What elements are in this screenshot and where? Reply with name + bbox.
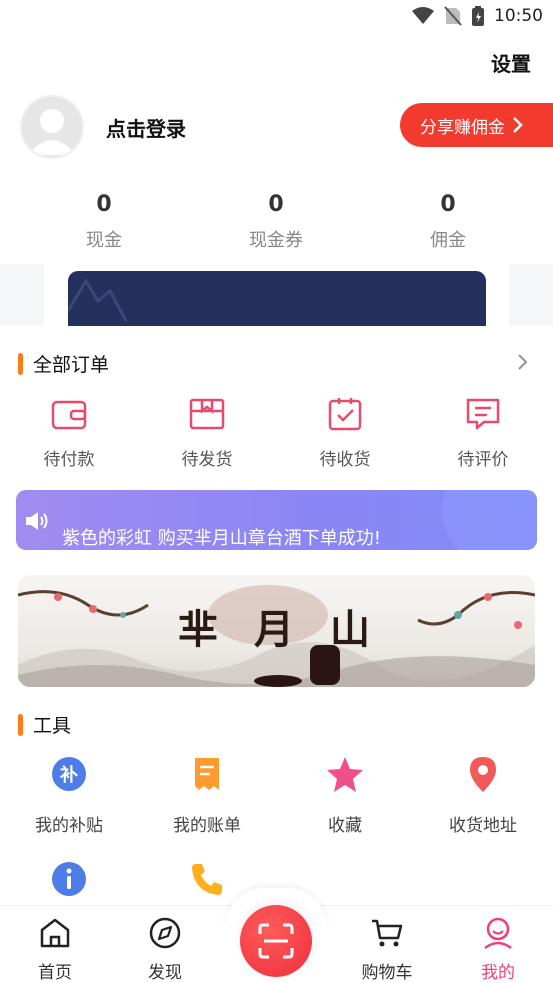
status-bar: 10:50 xyxy=(0,0,553,32)
comment-icon xyxy=(466,398,500,430)
order-pending-review[interactable]: 待评价 xyxy=(414,395,552,470)
tools-row: 补 我的补贴 我的账单 收藏 收货地址 xyxy=(0,755,553,836)
nav-profile[interactable]: 我的 xyxy=(458,916,538,983)
tools-title: 工具 xyxy=(33,715,72,737)
tools-section-title: 工具 xyxy=(18,711,71,738)
tool-label: 我的补贴 xyxy=(35,816,103,836)
order-label: 待付款 xyxy=(43,450,95,470)
nav-label: 发现 xyxy=(148,963,182,983)
tool-label: 收货地址 xyxy=(449,816,517,836)
package-icon xyxy=(189,398,225,430)
stat-value: 0 xyxy=(268,192,284,217)
nav-cart[interactable]: 购物车 xyxy=(347,916,427,983)
nav-label: 首页 xyxy=(38,963,72,983)
order-pending-payment[interactable]: 待付款 xyxy=(0,395,138,470)
no-sim-icon xyxy=(444,6,462,26)
stat-value: 0 xyxy=(440,192,456,217)
info-icon xyxy=(52,862,86,896)
order-status-row: 待付款 待发货 待收货 待评价 xyxy=(0,395,553,470)
title-accent-bar xyxy=(18,713,23,736)
phone-icon xyxy=(192,864,222,895)
default-avatar-icon xyxy=(28,109,76,155)
wallet-icon xyxy=(51,400,87,430)
status-time: 10:50 xyxy=(494,6,543,26)
profile-icon xyxy=(484,917,512,950)
order-pending-shipment[interactable]: 待发货 xyxy=(138,395,276,470)
orders-title: 全部订单 xyxy=(33,354,110,376)
wifi-icon xyxy=(412,7,434,24)
vip-card[interactable] xyxy=(68,271,486,326)
wallet-stats: 0 现金 0 现金券 0 佣金 xyxy=(0,190,553,260)
compass-icon xyxy=(149,917,181,949)
receive-icon xyxy=(328,398,362,431)
stat-cash-voucher[interactable]: 0 现金券 xyxy=(190,190,362,260)
notice-text: 紫色的彩虹 购买芈月山章台酒下单成功! xyxy=(62,528,381,549)
order-label: 待收货 xyxy=(319,450,371,470)
tool-favorites[interactable]: 收藏 xyxy=(276,755,414,836)
subsidy-icon: 补 xyxy=(52,757,86,791)
nav-discover[interactable]: 发现 xyxy=(125,916,205,983)
tool-my-subsidy[interactable]: 补 我的补贴 xyxy=(0,755,138,836)
chevron-right-icon[interactable] xyxy=(517,352,529,372)
stat-commission[interactable]: 0 佣金 xyxy=(362,190,534,260)
stat-label: 现金 xyxy=(86,230,122,251)
order-label: 待评价 xyxy=(457,450,509,470)
bill-icon xyxy=(195,758,219,790)
stat-cash[interactable]: 0 现金 xyxy=(18,190,190,260)
tool-label: 我的账单 xyxy=(173,816,241,836)
share-earn-button[interactable]: 分享赚佣金 xyxy=(400,103,553,147)
cart-icon xyxy=(372,919,403,947)
order-notice-banner[interactable]: 紫色的彩虹 购买芈月山章台酒下单成功! xyxy=(16,490,537,550)
tool-info[interactable] xyxy=(0,860,138,902)
tool-label: 收藏 xyxy=(328,816,362,836)
home-icon xyxy=(40,918,70,948)
nav-home[interactable]: 首页 xyxy=(15,916,95,983)
stat-label: 现金券 xyxy=(249,230,303,251)
decor-circle-icon xyxy=(442,490,537,550)
share-earn-label: 分享赚佣金 xyxy=(420,117,505,138)
banner-title: 芈月山 xyxy=(178,606,406,653)
scan-button[interactable] xyxy=(240,905,312,977)
tool-my-bill[interactable]: 我的账单 xyxy=(138,755,276,836)
svg-text:补: 补 xyxy=(59,764,78,786)
star-icon xyxy=(327,757,363,792)
nav-label: 我的 xyxy=(481,963,515,983)
location-icon xyxy=(470,757,496,792)
order-label: 待发货 xyxy=(181,450,233,470)
mountain-decoration-icon xyxy=(68,278,128,322)
promo-banner[interactable]: 芈月山 xyxy=(18,575,535,687)
settings-button[interactable]: 设置 xyxy=(491,48,531,77)
nav-label: 购物车 xyxy=(361,963,413,983)
login-link[interactable]: 点击登录 xyxy=(106,113,186,142)
stat-value: 0 xyxy=(96,192,112,217)
orders-section-title[interactable]: 全部订单 xyxy=(18,350,109,377)
stat-label: 佣金 xyxy=(430,230,466,251)
title-accent-bar xyxy=(18,352,23,375)
tool-shipping-address[interactable]: 收货地址 xyxy=(414,755,552,836)
scan-icon xyxy=(258,923,294,959)
avatar[interactable] xyxy=(20,95,84,159)
order-pending-receipt[interactable]: 待收货 xyxy=(276,395,414,470)
profile-header: 点击登录 分享赚佣金 xyxy=(20,95,553,159)
battery-icon xyxy=(472,6,484,26)
chevron-right-icon xyxy=(513,117,523,133)
speaker-icon xyxy=(26,512,48,530)
